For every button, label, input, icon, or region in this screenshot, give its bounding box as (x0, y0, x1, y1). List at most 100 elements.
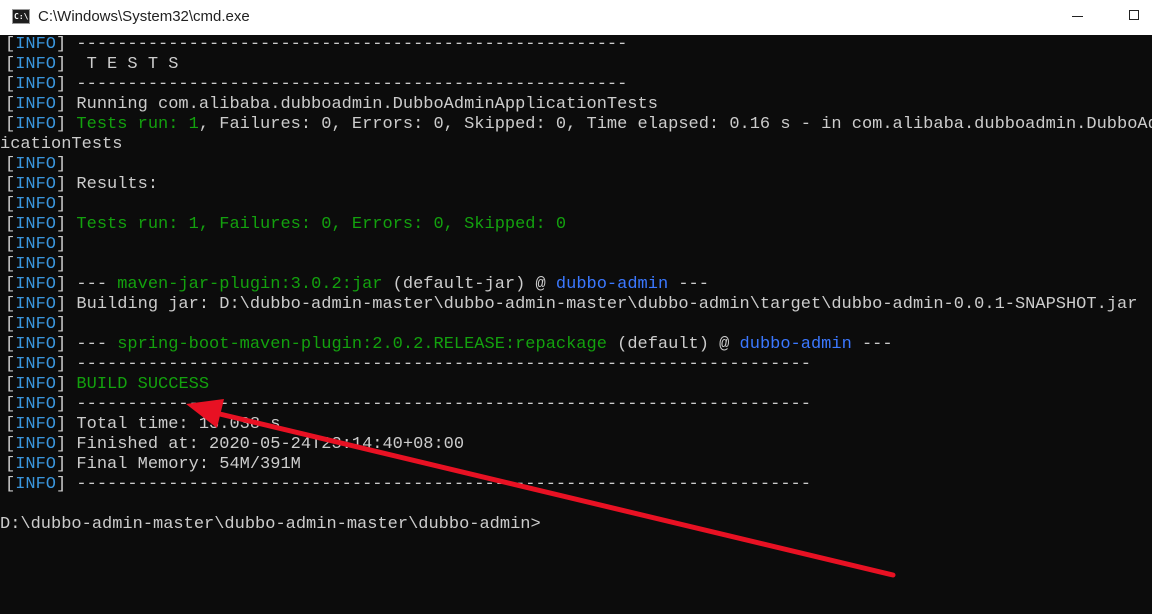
minimize-button[interactable] (1054, 0, 1100, 35)
info-tag: INFO (15, 255, 57, 274)
info-tag: INFO (15, 195, 57, 214)
console-text: ] --- (56, 275, 118, 294)
console-line: [INFO] (5, 315, 66, 335)
console-text: ] (56, 235, 67, 254)
console-text: [ (5, 375, 16, 394)
console-text: [ (5, 315, 16, 334)
console-line: [INFO] ---------------------------------… (5, 355, 811, 375)
console-text: --- (851, 335, 893, 354)
cmd-icon-glyph: C:\ (14, 12, 29, 21)
console-line: icationTests (0, 135, 122, 155)
console-text: 1 (188, 115, 199, 134)
console-text: ] Finished at: 2020-05-24T23:14:40+08:00 (56, 435, 465, 454)
console-text: ] (56, 315, 67, 334)
console-text: spring-boot-maven-plugin:2.0.2.RELEASE:r… (117, 335, 607, 354)
window-title: C:\Windows\System32\cmd.exe (38, 8, 250, 25)
console-line: [INFO] Finished at: 2020-05-24T23:14:40+… (5, 435, 464, 455)
console-text: [ (5, 335, 16, 354)
console-text: ] (56, 115, 77, 134)
info-tag: INFO (15, 215, 57, 234)
info-tag: INFO (15, 95, 57, 114)
console-text: [ (5, 155, 16, 174)
console-line: [INFO] BUILD SUCCESS (5, 375, 209, 395)
console-text: ] Results: (56, 175, 159, 194)
console-line: [INFO] ---------------------------------… (5, 75, 627, 95)
console-text: [ (5, 35, 16, 54)
cmd-app-icon[interactable]: C:\ (12, 9, 30, 24)
console-line: [INFO] ---------------------------------… (5, 475, 811, 495)
console-text: [ (5, 255, 16, 274)
console-line: [INFO] (5, 235, 66, 255)
console-line: [INFO] T E S T S (5, 55, 178, 75)
console-text: maven-jar-plugin:3.0.2:jar (117, 275, 383, 294)
console-line: [INFO] (5, 255, 66, 275)
console-text: ] --- (56, 335, 118, 354)
console-text: Tests run: 1, Failures: 0, Errors: 0, Sk… (76, 215, 567, 234)
console-line: [INFO] Building jar: D:\dubbo-admin-mast… (5, 295, 1137, 315)
console-text: [ (5, 235, 16, 254)
console-line: [INFO] Final Memory: 54M/391M (5, 455, 301, 475)
console-text: [ (5, 355, 16, 374)
info-tag: INFO (15, 435, 57, 454)
console-text: [ (5, 175, 16, 194)
info-tag: INFO (15, 115, 57, 134)
console-text: ] (56, 255, 67, 274)
console-line: [INFO] --- spring-boot-maven-plugin:2.0.… (5, 335, 893, 355)
info-tag: INFO (15, 455, 57, 474)
info-tag: INFO (15, 155, 57, 174)
console-text: ] Total time: 13.038 s (56, 415, 281, 434)
console-line: [INFO] Results: (5, 175, 158, 195)
console-text: [ (5, 195, 16, 214)
info-tag: INFO (15, 315, 57, 334)
console-text: ] (56, 215, 77, 234)
console-text: ] (56, 155, 67, 174)
console-line: [INFO] Total time: 13.038 s (5, 415, 280, 435)
console-text: icationTests (0, 135, 123, 154)
console-text: ] Running com.alibaba.dubboadmin.DubboAd… (56, 95, 658, 114)
console-text: [ (5, 75, 16, 94)
info-tag: INFO (15, 375, 57, 394)
console-text: [ (5, 475, 16, 494)
console-text: [ (5, 55, 16, 74)
console-text: [ (5, 415, 16, 434)
info-tag: INFO (15, 175, 57, 194)
info-tag: INFO (15, 35, 57, 54)
console-text: ] (56, 195, 67, 214)
console-line: [INFO] Tests run: 1, Failures: 0, Errors… (5, 215, 566, 235)
info-tag: INFO (15, 415, 57, 434)
info-tag: INFO (15, 235, 57, 254)
console-text: [ (5, 295, 16, 314)
console-text: dubbo-admin (555, 275, 669, 294)
console-text: [ (5, 455, 16, 474)
console-line: [INFO] ---------------------------------… (5, 35, 627, 55)
info-tag: INFO (15, 335, 57, 354)
console-text: ] --------------------------------------… (56, 355, 811, 374)
console-text: Tests run: (76, 115, 189, 134)
console-text: ] --------------------------------------… (56, 395, 811, 414)
console-line: [INFO] (5, 155, 66, 175)
console-text: [ (5, 115, 16, 134)
maximize-button[interactable] (1110, 0, 1152, 35)
console-line: [INFO] (5, 195, 66, 215)
info-tag: INFO (15, 275, 57, 294)
console-line: [INFO] ---------------------------------… (5, 395, 811, 415)
info-tag: INFO (15, 355, 57, 374)
console-output[interactable]: [INFO] ---------------------------------… (0, 35, 1152, 614)
console-text: ] --------------------------------------… (56, 475, 811, 494)
console-text: [ (5, 275, 16, 294)
console-text: ] Final Memory: 54M/391M (56, 455, 301, 474)
console-line: D:\dubbo-admin-master\dubbo-admin-master… (0, 515, 541, 535)
console-text: ] (56, 375, 77, 394)
info-tag: INFO (15, 475, 57, 494)
console-line: [INFO] Running com.alibaba.dubboadmin.Du… (5, 95, 658, 115)
console-text: , Failures: 0, Errors: 0, Skipped: 0, Ti… (198, 115, 1152, 134)
info-tag: INFO (15, 295, 57, 314)
console-line: [INFO] Tests run: 1, Failures: 0, Errors… (5, 115, 1152, 135)
console-text: ] Building jar: D:\dubbo-admin-master\du… (56, 295, 1138, 314)
console-text: dubbo-admin (739, 335, 852, 354)
console-text: ] --------------------------------------… (56, 75, 628, 94)
window-titlebar[interactable]: C:\ C:\Windows\System32\cmd.exe (0, 0, 1152, 36)
console-text: [ (5, 435, 16, 454)
console-text: [ (5, 95, 16, 114)
console-text: [ (5, 395, 16, 414)
